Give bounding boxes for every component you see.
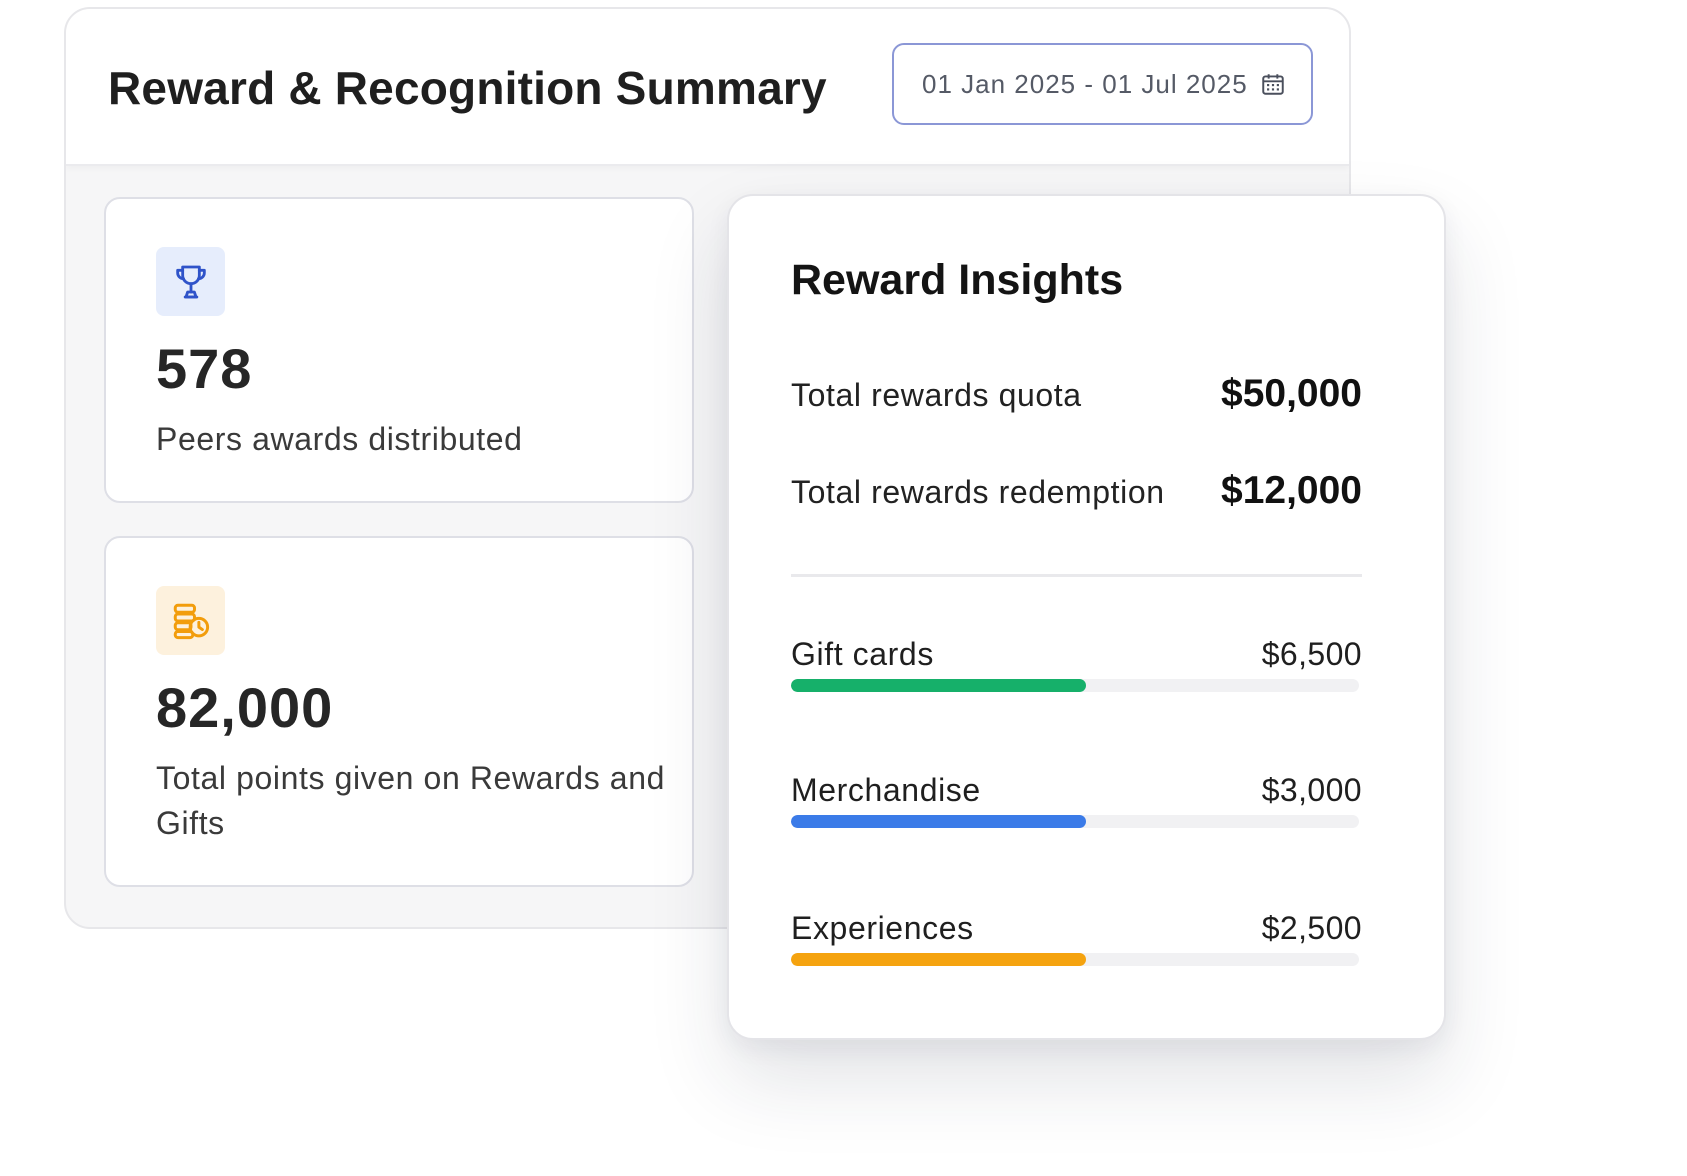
insights-title: Reward Insights [791,256,1124,304]
metric-value: $50,000 [1221,372,1362,415]
category-label: Gift cards [791,636,934,672]
metric-value: $12,000 [1221,469,1362,512]
progress-bar [791,953,1359,966]
calendar-icon[interactable] [1260,71,1286,97]
category-amount: $6,500 [1261,636,1362,672]
progress-fill [791,679,1087,692]
trophy-icon [175,265,206,298]
total-points-value: 82,000 [156,676,334,739]
coins-icon [173,603,209,639]
category-label: Merchandise [791,772,981,808]
category-gift-cards: Gift cards $6,500 [791,636,1362,692]
stat-card-total-points: 82,000 Total points given on Rewards and… [104,536,694,887]
metric-total-rewards-redemption: Total rewards redemption $12,000 [791,469,1362,513]
summary-header: Reward & Recognition Summary 01 Jan 2025… [66,9,1349,166]
date-range-picker[interactable]: 01 Jan 2025 - 01 Jul 2025 [892,43,1313,125]
trophy-icon-container [156,247,225,316]
total-points-label: Total points given on Rewards and Gifts [156,760,665,841]
progress-fill [791,953,1087,966]
peer-awards-label: Peers awards distributed [156,421,523,457]
metric-label: Total rewards quota [791,377,1082,413]
category-amount: $2,500 [1261,910,1362,946]
progress-fill [791,815,1087,828]
peer-awards-count: 578 [156,337,253,400]
divider [791,574,1362,577]
progress-bar [791,679,1359,692]
page-title: Reward & Recognition Summary [108,62,827,114]
metric-total-rewards-quota: Total rewards quota $50,000 [791,372,1362,416]
reward-insights-card: Reward Insights Total rewards quota $50,… [727,194,1446,1040]
stat-card-peer-awards: 578 Peers awards distributed [104,197,694,503]
category-amount: $3,000 [1261,772,1362,808]
date-range-text: 01 Jan 2025 - 01 Jul 2025 [922,68,1248,99]
category-label: Experiences [791,910,974,946]
coins-icon-container [156,586,225,655]
metric-label: Total rewards redemption [791,474,1165,510]
category-merchandise: Merchandise $3,000 [791,772,1362,828]
category-experiences: Experiences $2,500 [791,910,1362,966]
progress-bar [791,815,1359,828]
